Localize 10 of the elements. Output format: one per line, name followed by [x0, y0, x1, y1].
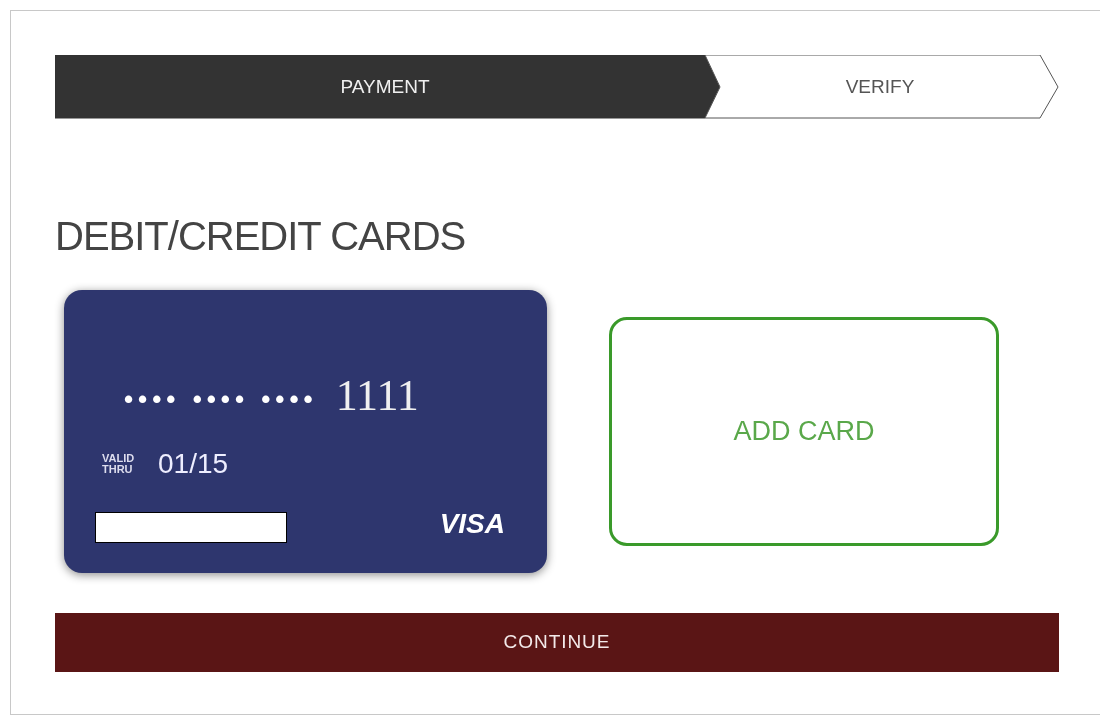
- step-tab[interactable]: PAYMENT: [55, 55, 721, 119]
- valid-thru-label: VALID THRU: [102, 453, 136, 475]
- payment-card[interactable]: •••• •••• •••• 1111 VALID THRU 01/15 VISA: [64, 290, 547, 573]
- masked-card-number: •••• •••• ••••: [124, 386, 318, 412]
- card-brand: VISA: [439, 510, 505, 538]
- step-tab[interactable]: VERIFY: [704, 55, 1059, 119]
- section-heading: DEBIT/CREDIT CARDS: [55, 216, 467, 256]
- continue-button[interactable]: CONTINUE: [55, 613, 1059, 672]
- expiry-date: 01/15: [158, 450, 229, 478]
- card-last-digits: 1111: [335, 374, 419, 418]
